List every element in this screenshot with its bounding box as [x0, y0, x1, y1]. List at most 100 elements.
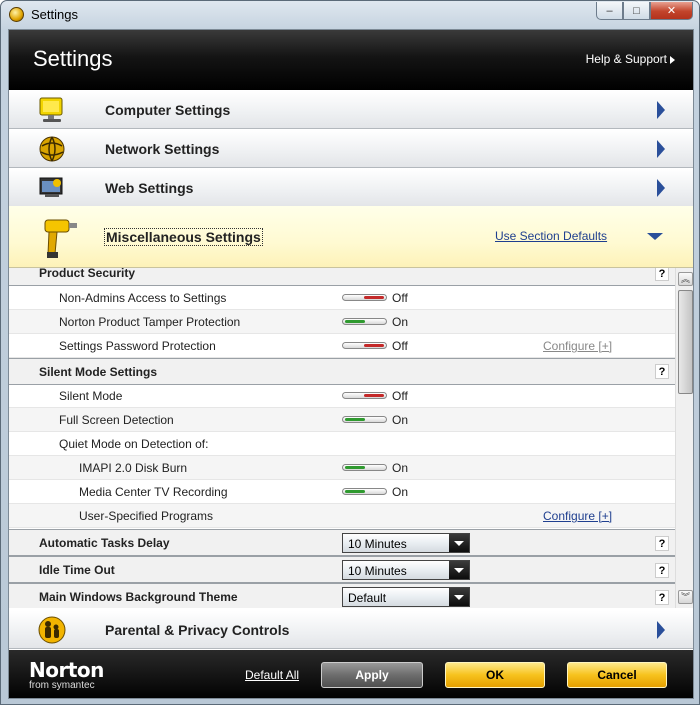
- settings-list[interactable]: Product Security ? Non-Admins Access to …: [9, 268, 693, 608]
- help-support-link[interactable]: Help & Support: [586, 52, 667, 66]
- chevron-right-icon: [657, 140, 665, 158]
- section-miscellaneous-settings[interactable]: Miscellaneous Settings Use Section Defau…: [9, 206, 693, 268]
- power-drill-icon: [44, 219, 77, 258]
- section-web-settings[interactable]: Web Settings: [9, 168, 693, 207]
- section-label: Miscellaneous Settings: [104, 228, 263, 246]
- group-header-silent-mode: Silent Mode Settings ?: [9, 358, 675, 385]
- footer-bar: Norton from symantec Default All Apply O…: [9, 650, 693, 698]
- select-value: 10 Minutes: [348, 537, 407, 551]
- logo-text: Norton: [29, 658, 104, 682]
- logo-subtext: from symantec: [29, 680, 95, 691]
- minimize-button[interactable]: –: [596, 2, 623, 20]
- apply-button[interactable]: Apply: [321, 662, 423, 688]
- norton-app-icon: [9, 7, 24, 22]
- toggle-switch[interactable]: [342, 342, 387, 349]
- section-computer-settings[interactable]: Computer Settings: [9, 90, 693, 129]
- chevron-right-icon: [657, 179, 665, 197]
- chevron-down-icon[interactable]: [449, 534, 469, 552]
- setting-row: Norton Product Tamper Protection On: [9, 310, 675, 334]
- default-all-link[interactable]: Default All: [245, 668, 299, 682]
- configure-link-disabled: Configure [+]: [543, 339, 613, 353]
- section-label: Web Settings: [105, 180, 194, 196]
- help-icon[interactable]: ?: [655, 563, 669, 578]
- norton-logo: Norton from symantec: [29, 658, 104, 691]
- setting-row: Silent Mode Off: [9, 384, 675, 408]
- setting-row-automatic-tasks-delay: Automatic Tasks Delay 10 Minutes ?: [9, 529, 675, 556]
- settings-window: Settings – □ ✕ Settings Help & Support C…: [0, 0, 700, 705]
- group-header-product-security: Product Security ?: [9, 268, 675, 286]
- setting-row: Media Center TV Recording On: [9, 480, 675, 504]
- setting-label: Settings Password Protection: [59, 339, 216, 353]
- automatic-tasks-delay-select[interactable]: 10 Minutes: [342, 533, 470, 553]
- select-value: Default: [348, 591, 387, 605]
- group-title: Silent Mode Settings: [39, 365, 158, 379]
- group-title: Product Security: [39, 268, 136, 280]
- title-bar[interactable]: Settings – □ ✕: [1, 1, 699, 29]
- toggle-switch[interactable]: [342, 392, 387, 399]
- setting-row-background-theme: Main Windows Background Theme Default ?: [9, 583, 675, 608]
- chevron-down-icon[interactable]: [449, 588, 469, 606]
- toggle-state: Off: [392, 339, 408, 353]
- scroll-up-button[interactable]: ︽: [678, 272, 693, 286]
- section-label: Network Settings: [105, 141, 220, 157]
- toggle-switch[interactable]: [342, 464, 387, 471]
- toggle-state: On: [392, 315, 409, 329]
- select-value: 10 Minutes: [348, 564, 407, 578]
- web-browser-icon: [39, 177, 63, 197]
- toggle-state: On: [392, 461, 409, 475]
- scroll-down-button[interactable]: ︾: [678, 590, 693, 604]
- use-section-defaults-link[interactable]: Use Section Defaults: [495, 229, 607, 243]
- chevron-down-icon[interactable]: [647, 233, 663, 240]
- close-button[interactable]: ✕: [650, 2, 693, 20]
- chevron-down-icon[interactable]: [449, 561, 469, 579]
- window-title: Settings: [31, 7, 78, 22]
- parental-family-icon: [38, 616, 66, 644]
- setting-row: Settings Password Protection Off Configu…: [9, 334, 675, 358]
- help-icon[interactable]: ?: [655, 536, 669, 551]
- idle-time-out-select[interactable]: 10 Minutes: [342, 560, 470, 580]
- setting-label: IMAPI 2.0 Disk Burn: [79, 461, 188, 475]
- setting-row: Full Screen Detection On: [9, 408, 675, 432]
- section-network-settings[interactable]: Network Settings: [9, 129, 693, 168]
- help-icon[interactable]: ?: [655, 364, 669, 379]
- configure-link[interactable]: Configure [+]: [543, 509, 612, 523]
- section-parental-privacy-controls[interactable]: Parental & Privacy Controls: [9, 610, 693, 649]
- setting-label: Media Center TV Recording: [79, 485, 228, 499]
- toggle-switch[interactable]: [342, 416, 387, 423]
- help-icon[interactable]: ?: [655, 268, 669, 281]
- section-label: Parental & Privacy Controls: [105, 622, 290, 638]
- toggle-switch[interactable]: [342, 488, 387, 495]
- maximize-button[interactable]: □: [623, 2, 650, 20]
- page-header: Settings Help & Support: [9, 30, 693, 90]
- vertical-scrollbar[interactable]: ︽ ︾: [675, 268, 693, 608]
- setting-label: Norton Product Tamper Protection: [59, 315, 241, 329]
- setting-row: Non-Admins Access to Settings Off: [9, 286, 675, 310]
- setting-label: Main Windows Background Theme: [39, 590, 238, 604]
- section-label: Computer Settings: [105, 102, 231, 118]
- toggle-state: On: [392, 413, 409, 427]
- help-icon[interactable]: ?: [655, 590, 669, 605]
- setting-row-idle-time-out: Idle Time Out 10 Minutes ?: [9, 556, 675, 583]
- setting-label: Idle Time Out: [39, 563, 115, 577]
- toggle-switch[interactable]: [342, 294, 387, 301]
- cancel-button[interactable]: Cancel: [567, 662, 667, 688]
- toggle-state: Off: [392, 389, 408, 403]
- ok-button[interactable]: OK: [445, 662, 545, 688]
- setting-label: Silent Mode: [59, 389, 123, 403]
- scrollbar-thumb[interactable]: [678, 290, 693, 394]
- setting-label: Automatic Tasks Delay: [39, 536, 170, 550]
- background-theme-select[interactable]: Default: [342, 587, 470, 607]
- setting-label: User-Specified Programs: [79, 509, 214, 523]
- setting-row: User-Specified Programs Configure [+]: [9, 504, 675, 528]
- globe-icon: [39, 136, 65, 162]
- toggle-state: On: [392, 485, 409, 499]
- chevron-right-icon: [657, 621, 665, 639]
- chevron-right-icon: [670, 56, 675, 64]
- page-title: Settings: [33, 46, 113, 71]
- setting-row: IMAPI 2.0 Disk Burn On: [9, 456, 675, 480]
- setting-label: Non-Admins Access to Settings: [59, 291, 227, 305]
- setting-row: Quiet Mode on Detection of:: [9, 432, 675, 456]
- toggle-switch[interactable]: [342, 318, 387, 325]
- setting-label: Full Screen Detection: [59, 413, 174, 427]
- chevron-right-icon: [657, 101, 665, 119]
